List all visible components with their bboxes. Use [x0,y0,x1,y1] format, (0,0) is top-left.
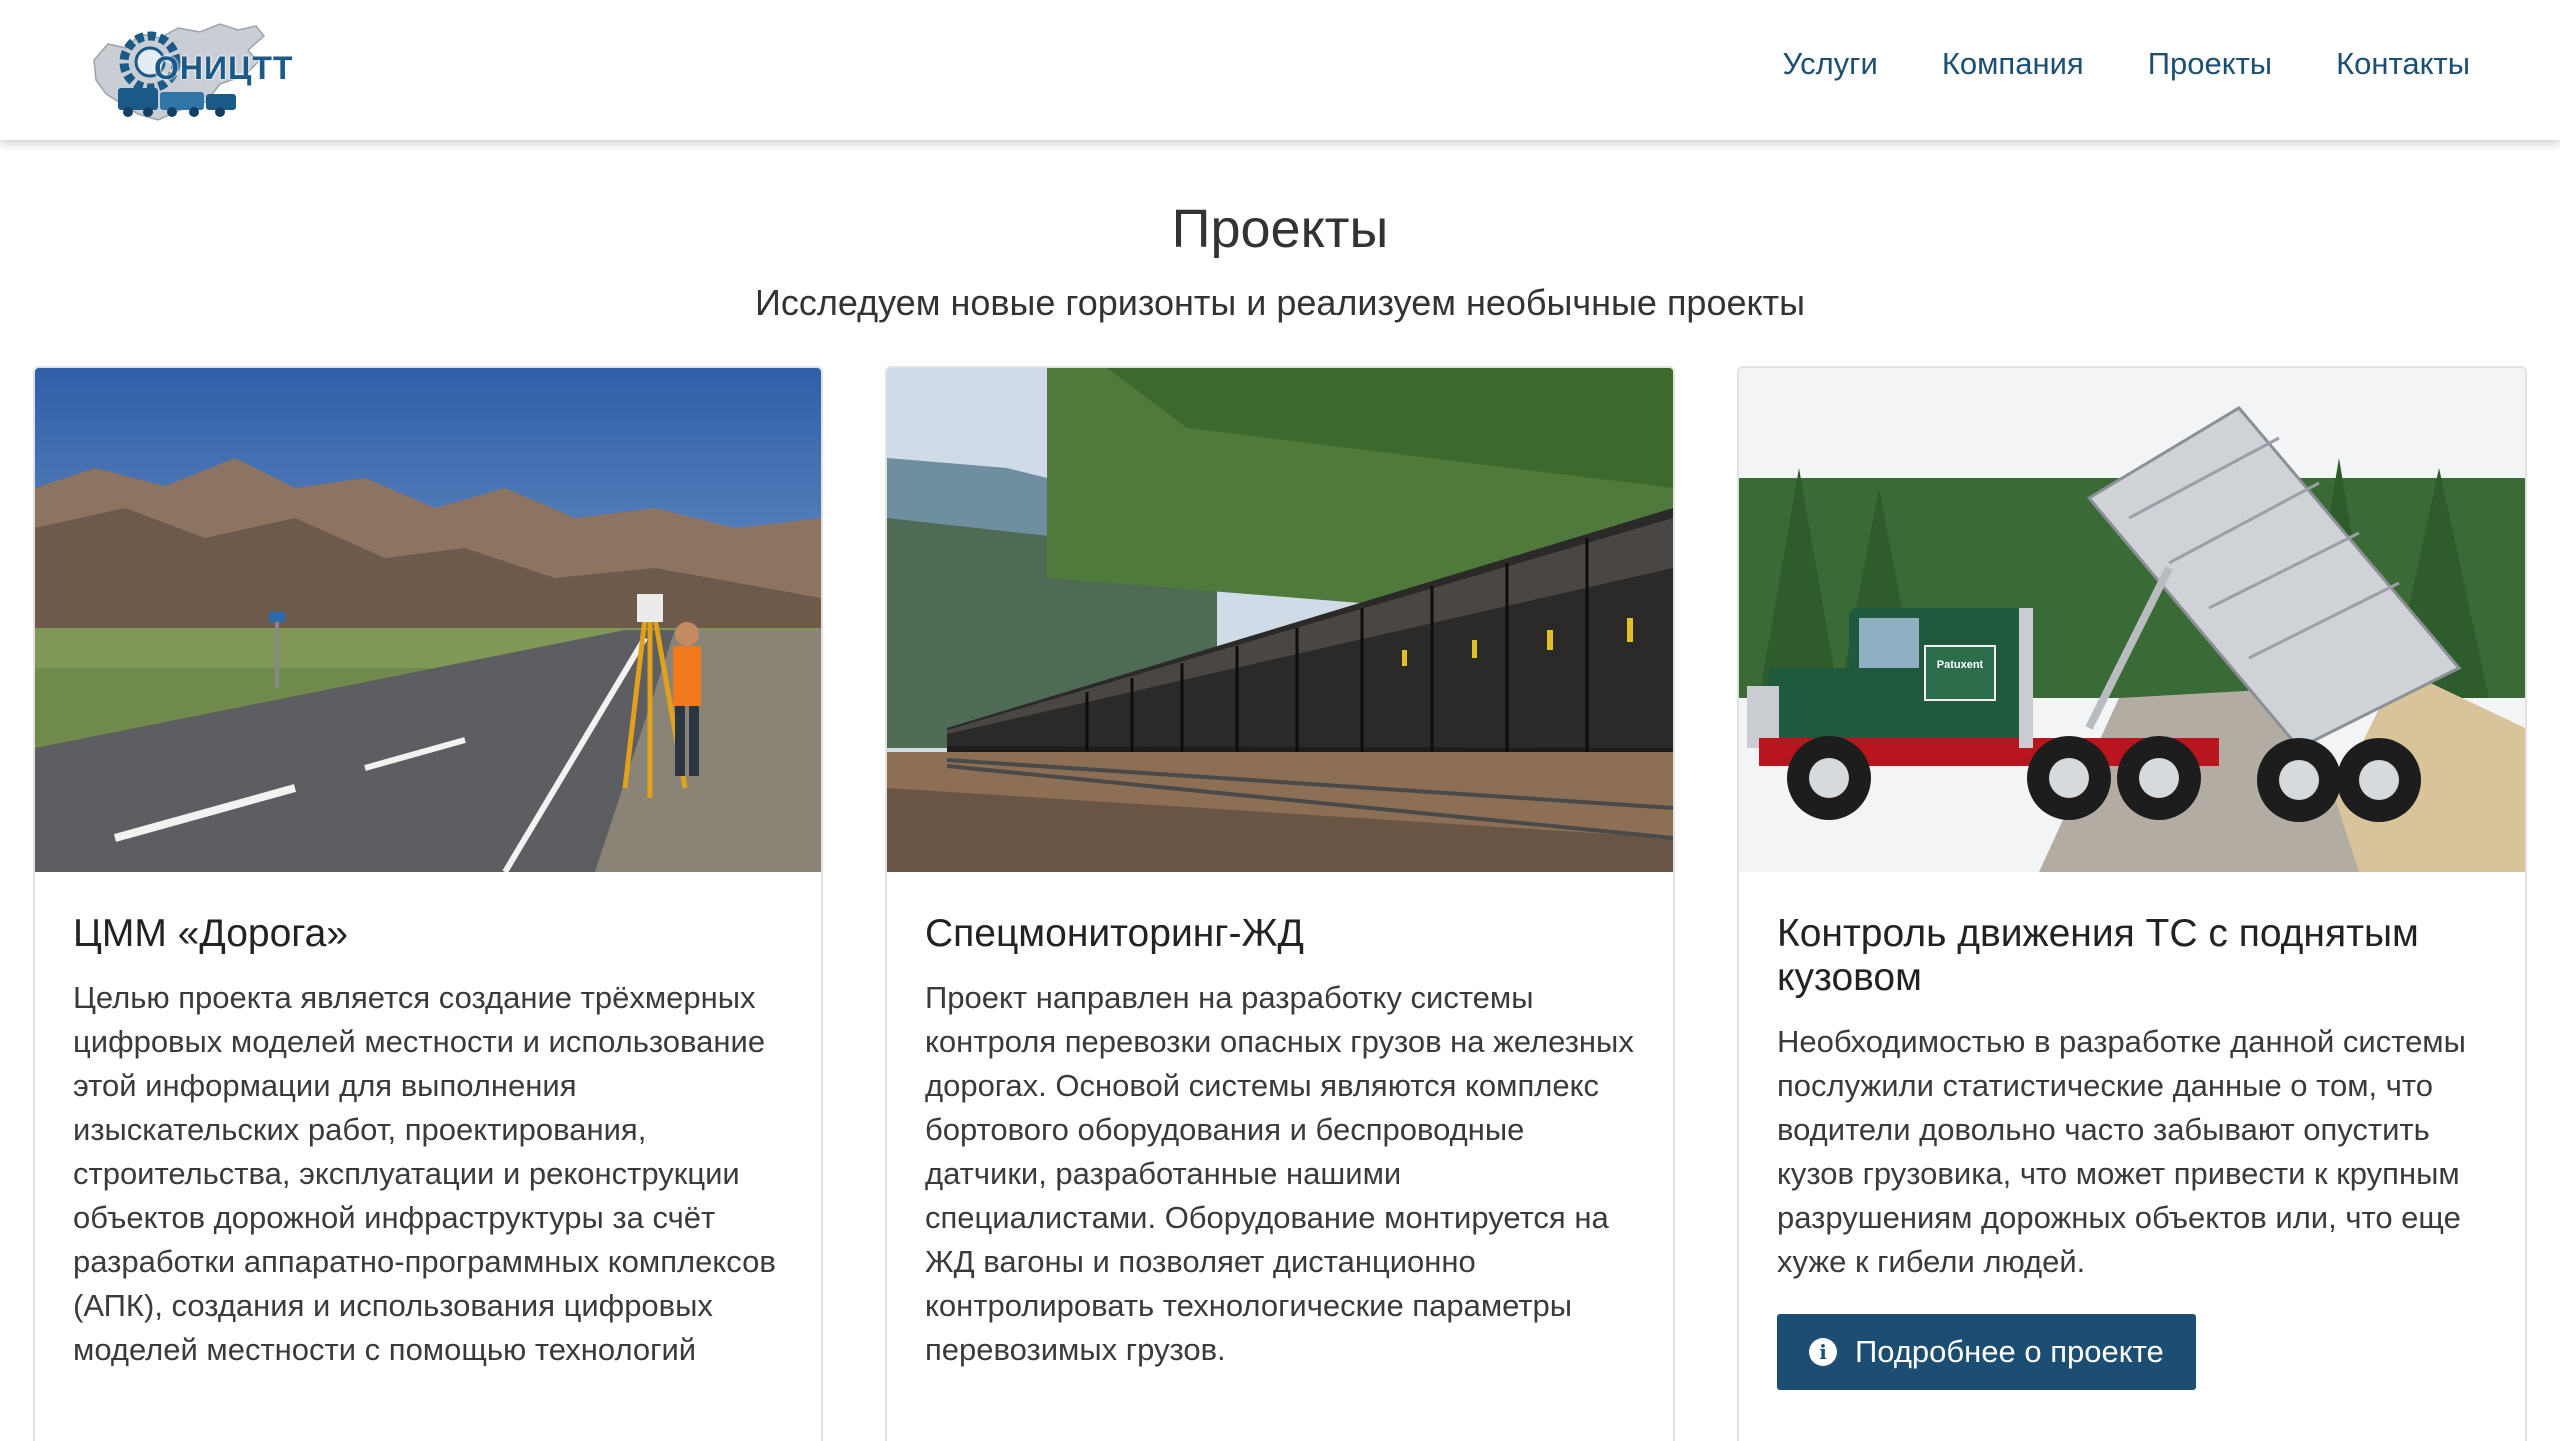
dump-truck-image: Patuxent [1739,368,2525,872]
info-icon: i [1809,1338,1837,1366]
truck-sign: Patuxent [1937,659,1984,671]
project-card-truck: Patuxent Контроль движения ТС с поднятым… [1737,366,2527,1441]
company-logo[interactable]: ОНИЦТТ [88,14,298,126]
project-details-label: Подробнее о проекте [1855,1334,2164,1369]
page-subtitle: Исследуем новые горизонты и реализуем не… [754,282,1806,323]
nav-projects[interactable]: Проекты [2148,46,2272,82]
card-title: ЦММ «Дорога» [73,912,349,955]
main-nav: Услуги Компания Проекты Контакты [1782,46,2470,82]
card-title: Контроль движения ТС с поднятым кузовом [1777,912,2419,999]
page-title: Проекты [1171,199,1389,259]
nav-contacts[interactable]: Контакты [2336,46,2470,82]
nav-services[interactable]: Услуги [1782,46,1877,82]
logo-text: ОНИЦТТ [154,50,294,86]
card-description: Проект направлен на разработку системы к… [925,980,1634,1367]
rail-tank-cars-image [887,368,1673,872]
card-description: Необходимостью в разработке данной систе… [1777,1024,2466,1279]
top-navbar: ОНИЦТТ Услуги Компания Проекты Контакты [0,0,2560,140]
project-details-button[interactable]: i Подробнее о проекте [1777,1314,2196,1390]
project-card-rail: Спецмониторинг-ЖД Проект направлен на ра… [885,366,1675,1441]
card-title: Спецмониторинг-ЖД [925,912,1304,955]
card-description: Целью проекта является создание трёхмерн… [73,980,776,1367]
road-survey-image [35,368,821,872]
project-card-road: ЦММ «Дорога» Целью проекта является созд… [33,366,823,1441]
nav-company[interactable]: Компания [1942,46,2084,82]
